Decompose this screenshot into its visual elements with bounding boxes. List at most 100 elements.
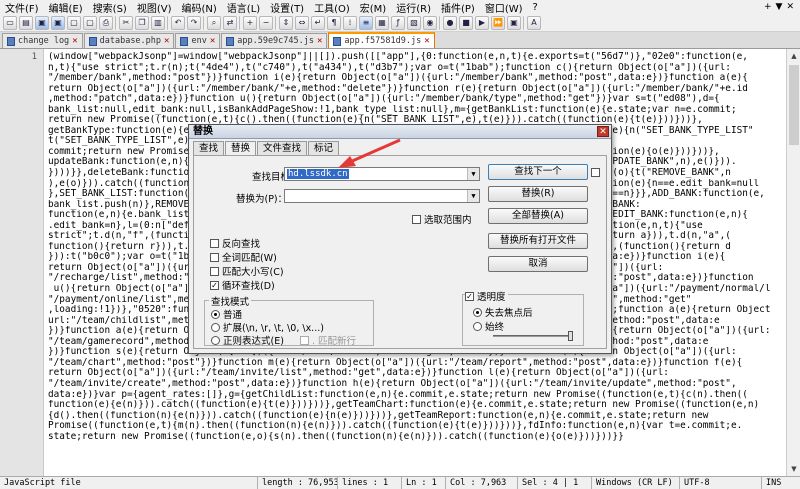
zoom-in-icon[interactable]: +: [243, 15, 257, 30]
file-tab[interactable]: app.59e9c745.js ✕: [221, 33, 328, 48]
match-case-checkbox[interactable]: 匹配大小写(C): [210, 264, 284, 278]
abc-spell-icon[interactable]: A: [527, 15, 541, 30]
play-macro-icon[interactable]: ▶: [475, 15, 489, 30]
slider-knob[interactable]: [568, 331, 573, 341]
mode-normal-radio[interactable]: 普通: [211, 307, 242, 321]
close-tab-icon[interactable]: ✕: [72, 36, 77, 46]
record-macro-icon[interactable]: ●: [443, 15, 457, 30]
file-icon: [333, 36, 342, 46]
mode-extended-radio[interactable]: 扩展(\n, \r, \t, \0, \x...): [211, 320, 324, 334]
menu-item[interactable]: 宏(M): [355, 0, 391, 15]
code-line: return Object(o["a"])({url:"/team/invite…: [48, 368, 669, 379]
close-icon[interactable]: ✕: [597, 126, 609, 137]
close-tab-icon[interactable]: ✕: [317, 36, 322, 46]
replace-icon[interactable]: ⇄: [223, 15, 237, 30]
tab-replace[interactable]: 替换: [225, 141, 257, 155]
find-input-value: hd.lssdk.cn: [287, 169, 349, 179]
file-tab[interactable]: change log ✕: [2, 33, 83, 48]
transparency-checkbox[interactable]: ✓ 透明度: [465, 289, 508, 303]
close-file-icon[interactable]: ▢: [67, 15, 81, 30]
vertical-scrollbar[interactable]: ▲ ▼: [786, 49, 800, 476]
open-file-icon[interactable]: ▤: [19, 15, 33, 30]
tab-find-in-files[interactable]: 文件查找: [257, 141, 308, 155]
menu-item[interactable]: 运行(R): [391, 0, 436, 15]
redo-icon[interactable]: ↷: [187, 15, 201, 30]
find-next-button[interactable]: 查找下一个: [488, 164, 588, 180]
replace-button[interactable]: 替换(R): [488, 186, 588, 202]
menu-item[interactable]: ?: [528, 2, 543, 13]
chevron-down-icon[interactable]: ▼: [467, 168, 479, 180]
file-icon: [88, 36, 97, 46]
close-tab-icon[interactable]: ✕: [424, 36, 429, 46]
close-tab-icon[interactable]: ✕: [164, 36, 169, 46]
always-radio[interactable]: 始终: [473, 319, 504, 333]
menu-item[interactable]: 编辑(E): [44, 0, 88, 15]
menu-item[interactable]: 编码(N): [177, 0, 222, 15]
window-control[interactable]: ▼: [776, 2, 783, 12]
word-wrap-icon[interactable]: ↵: [311, 15, 325, 30]
doc-map-icon[interactable]: ▦: [375, 15, 389, 30]
menu-item[interactable]: 搜索(S): [88, 0, 132, 15]
status-lines: lines : 1: [338, 477, 402, 489]
transparency-slider[interactable]: [493, 331, 573, 341]
find-next-toggle[interactable]: [591, 168, 600, 177]
whole-word-checkbox[interactable]: 全词匹配(W): [210, 250, 277, 264]
scroll-down-icon[interactable]: ▼: [787, 462, 800, 476]
print-icon[interactable]: ⎙: [99, 15, 113, 30]
language-icon[interactable]: ≡: [359, 15, 373, 30]
menu-item[interactable]: 工具(O): [309, 0, 355, 15]
menu-item[interactable]: 窗口(W): [480, 0, 528, 15]
save-icon[interactable]: ▣: [35, 15, 49, 30]
tab-mark[interactable]: 标记: [308, 141, 340, 155]
sync-vertical-icon[interactable]: ⇕: [279, 15, 293, 30]
new-file-icon[interactable]: ▭: [3, 15, 17, 30]
menu-item[interactable]: 语言(L): [222, 0, 265, 15]
whole-word-label: 全词匹配(W): [222, 253, 277, 264]
undo-icon[interactable]: ↶: [171, 15, 185, 30]
run-macro-multiple-icon[interactable]: ⏩: [491, 15, 505, 30]
reverse-checkbox[interactable]: 反向查找: [210, 236, 260, 250]
menu-item[interactable]: 设置(T): [265, 0, 309, 15]
mode-regex-radio[interactable]: 正则表达式(E): [211, 333, 284, 347]
replace-all-open-files-button[interactable]: 替换所有打开文件: [488, 233, 588, 249]
zoom-out-icon[interactable]: −: [259, 15, 273, 30]
function-list-icon[interactable]: ƒ: [391, 15, 405, 30]
show-all-chars-icon[interactable]: ¶: [327, 15, 341, 30]
wrap-around-checkbox[interactable]: ✓ 循环查找(D): [210, 278, 275, 292]
chevron-down-icon[interactable]: ▼: [467, 190, 479, 202]
menu-item[interactable]: 插件(P): [436, 0, 480, 15]
monitor-icon[interactable]: ◉: [423, 15, 437, 30]
cut-icon[interactable]: ✂: [119, 15, 133, 30]
window-control[interactable]: +: [764, 2, 772, 12]
close-tab-icon[interactable]: ✕: [210, 36, 215, 46]
code-line: {d().then((function(n){e(n)})).catch((fu…: [48, 410, 709, 421]
file-tab[interactable]: database.php ✕: [83, 33, 175, 48]
cancel-button[interactable]: 取消: [488, 256, 588, 272]
find-icon[interactable]: ⌕: [207, 15, 221, 30]
dialog-title: 替换: [189, 125, 611, 139]
save-all-icon[interactable]: ▣: [51, 15, 65, 30]
stop-macro-icon[interactable]: ■: [459, 15, 473, 30]
window-control[interactable]: ✕: [786, 2, 794, 12]
dot-matches-newline-checkbox[interactable]: . 匹配新行: [300, 333, 356, 347]
save-macro-icon[interactable]: ▣: [507, 15, 521, 30]
copy-icon[interactable]: ❐: [135, 15, 149, 30]
file-tab[interactable]: env ✕: [175, 33, 221, 48]
scroll-up-icon[interactable]: ▲: [787, 49, 800, 63]
scrollbar-thumb[interactable]: [789, 65, 799, 145]
sync-horizontal-icon[interactable]: ⇔: [295, 15, 309, 30]
tab-find[interactable]: 查找: [193, 141, 225, 155]
find-input[interactable]: hd.lssdk.cn ▼: [284, 167, 480, 181]
close-all-icon[interactable]: ▢: [83, 15, 97, 30]
file-tab[interactable]: app.f57581d9.js ✕: [328, 32, 435, 48]
paste-icon[interactable]: ▥: [151, 15, 165, 30]
folder-workspace-icon[interactable]: ▧: [407, 15, 421, 30]
replace-input[interactable]: ▼: [284, 189, 480, 203]
indent-guide-icon[interactable]: ⁞: [343, 15, 357, 30]
menu-item[interactable]: 视图(V): [132, 0, 177, 15]
on-lose-focus-radio[interactable]: 失去焦点后: [473, 305, 533, 319]
in-selection-checkbox[interactable]: 选取范围内: [412, 212, 472, 226]
menu-item[interactable]: 文件(F): [0, 0, 44, 15]
replace-all-button[interactable]: 全部替换(A): [488, 208, 588, 224]
file-icon: [226, 36, 235, 46]
